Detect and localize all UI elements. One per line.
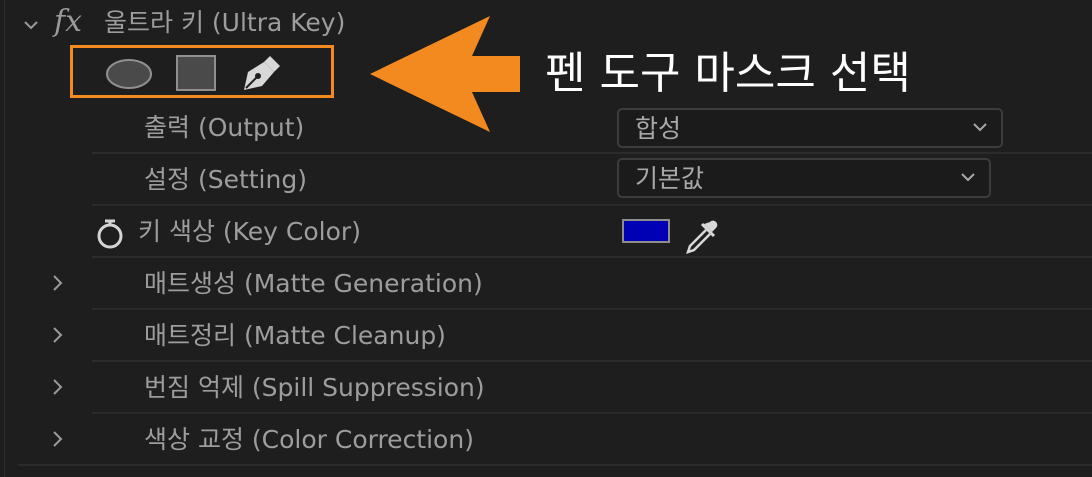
fx-badge[interactable]: fx [54,4,82,39]
chevron-right-icon[interactable] [48,324,68,346]
output-row: 출력 (Output) 합성 [0,102,1092,154]
key-color-swatch[interactable] [622,219,670,243]
setting-row: 설정 (Setting) 기본값 [0,154,1092,206]
group-label: 번짐 억제 (Spill Suppression) [144,373,485,402]
output-value: 합성 [635,114,682,143]
group-label: 색상 교정 (Color Correction) [144,425,474,454]
output-dropdown[interactable]: 합성 [617,108,1003,148]
annotation-text: 펜 도구 마스크 선택 [545,48,911,99]
chevron-right-icon[interactable] [48,376,68,398]
key-color-label: 키 색상 (Key Color) [138,217,361,246]
key-color-row: 키 색상 (Key Color) [0,206,1092,258]
group-label: 매트정리 (Matte Cleanup) [144,321,446,350]
stopwatch-icon[interactable] [94,218,126,250]
group-matte-cleanup[interactable]: 매트정리 (Matte Cleanup) [0,310,1092,362]
effect-controls-panel: fx 울트라 키 (Ultra Key) 펜 도구 마스크 선택 출력 (Out… [0,0,1092,477]
setting-label: 설정 (Setting) [144,165,307,194]
setting-dropdown[interactable]: 기본값 [617,158,991,198]
output-label: 출력 (Output) [144,113,305,142]
chevron-down-icon [961,173,975,182]
chevron-down-icon [973,123,987,132]
group-matte-generation[interactable]: 매트생성 (Matte Generation) [0,258,1092,310]
rectangle-mask-icon[interactable] [174,53,218,93]
eyedropper-icon[interactable] [682,218,722,254]
group-color-correction[interactable]: 색상 교정 (Color Correction) [0,414,1092,466]
chevron-down-icon[interactable] [20,14,42,36]
group-spill-suppression[interactable]: 번짐 억제 (Spill Suppression) [0,362,1092,414]
pen-mask-icon[interactable] [240,52,284,94]
chevron-right-icon[interactable] [48,272,68,294]
setting-value: 기본값 [635,164,705,193]
chevron-right-icon[interactable] [48,428,68,450]
effect-title: 울트라 키 (Ultra Key) [104,8,346,37]
ellipse-mask-icon[interactable] [104,56,154,92]
group-label: 매트생성 (Matte Generation) [144,269,483,298]
